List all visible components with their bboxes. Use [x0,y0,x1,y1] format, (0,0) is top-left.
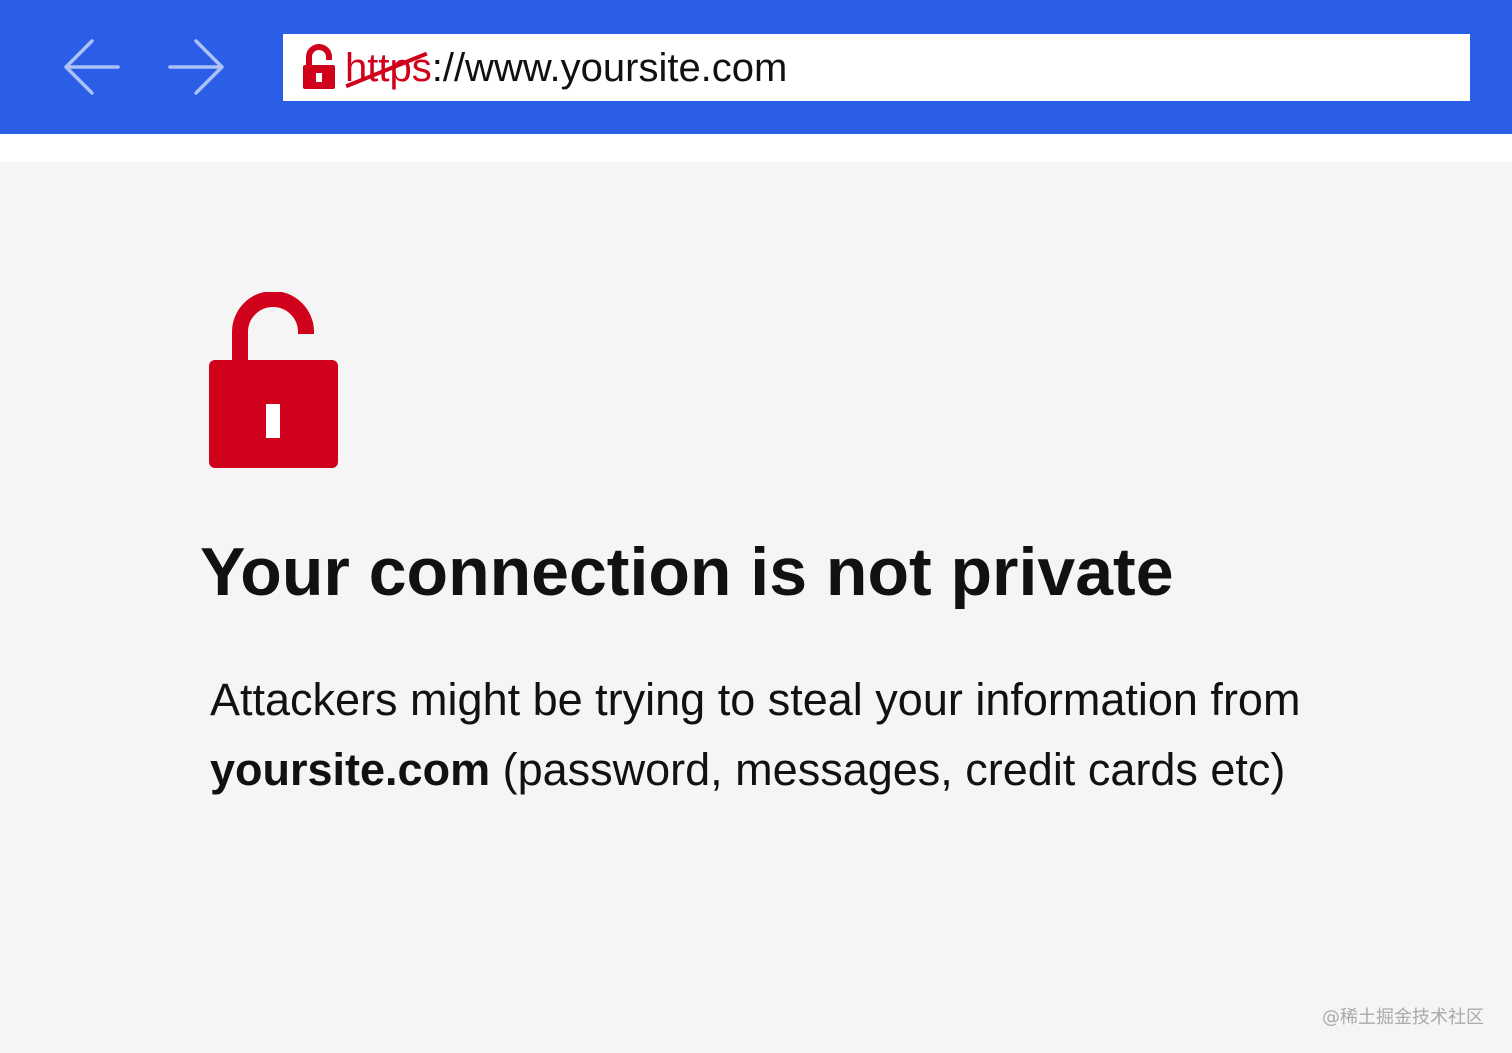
error-message: Attackers might be trying to steal your … [210,674,1301,795]
browser-toolbar: https://www.yoursite.com [0,0,1512,134]
arrow-left-icon [64,39,120,95]
watermark: @稀土掘金技术社区 [1322,1007,1484,1028]
site-name: yoursite.com [210,744,491,795]
url-text: https://www.yoursite.com [345,48,787,88]
page-title: Your connection is not private [200,534,1174,610]
url-host: ://www.yoursite.com [431,45,788,90]
arrow-right-icon [168,39,224,95]
forward-button[interactable] [166,36,226,98]
back-button[interactable] [62,36,122,98]
unlocked-padlock-icon [209,292,338,468]
url-scheme: https [345,48,432,88]
error-page: Your connection is not private Attackers… [0,162,1512,1053]
toolbar-divider [0,134,1512,162]
address-bar[interactable]: https://www.yoursite.com [283,34,1470,101]
unlocked-padlock-icon [301,43,337,92]
